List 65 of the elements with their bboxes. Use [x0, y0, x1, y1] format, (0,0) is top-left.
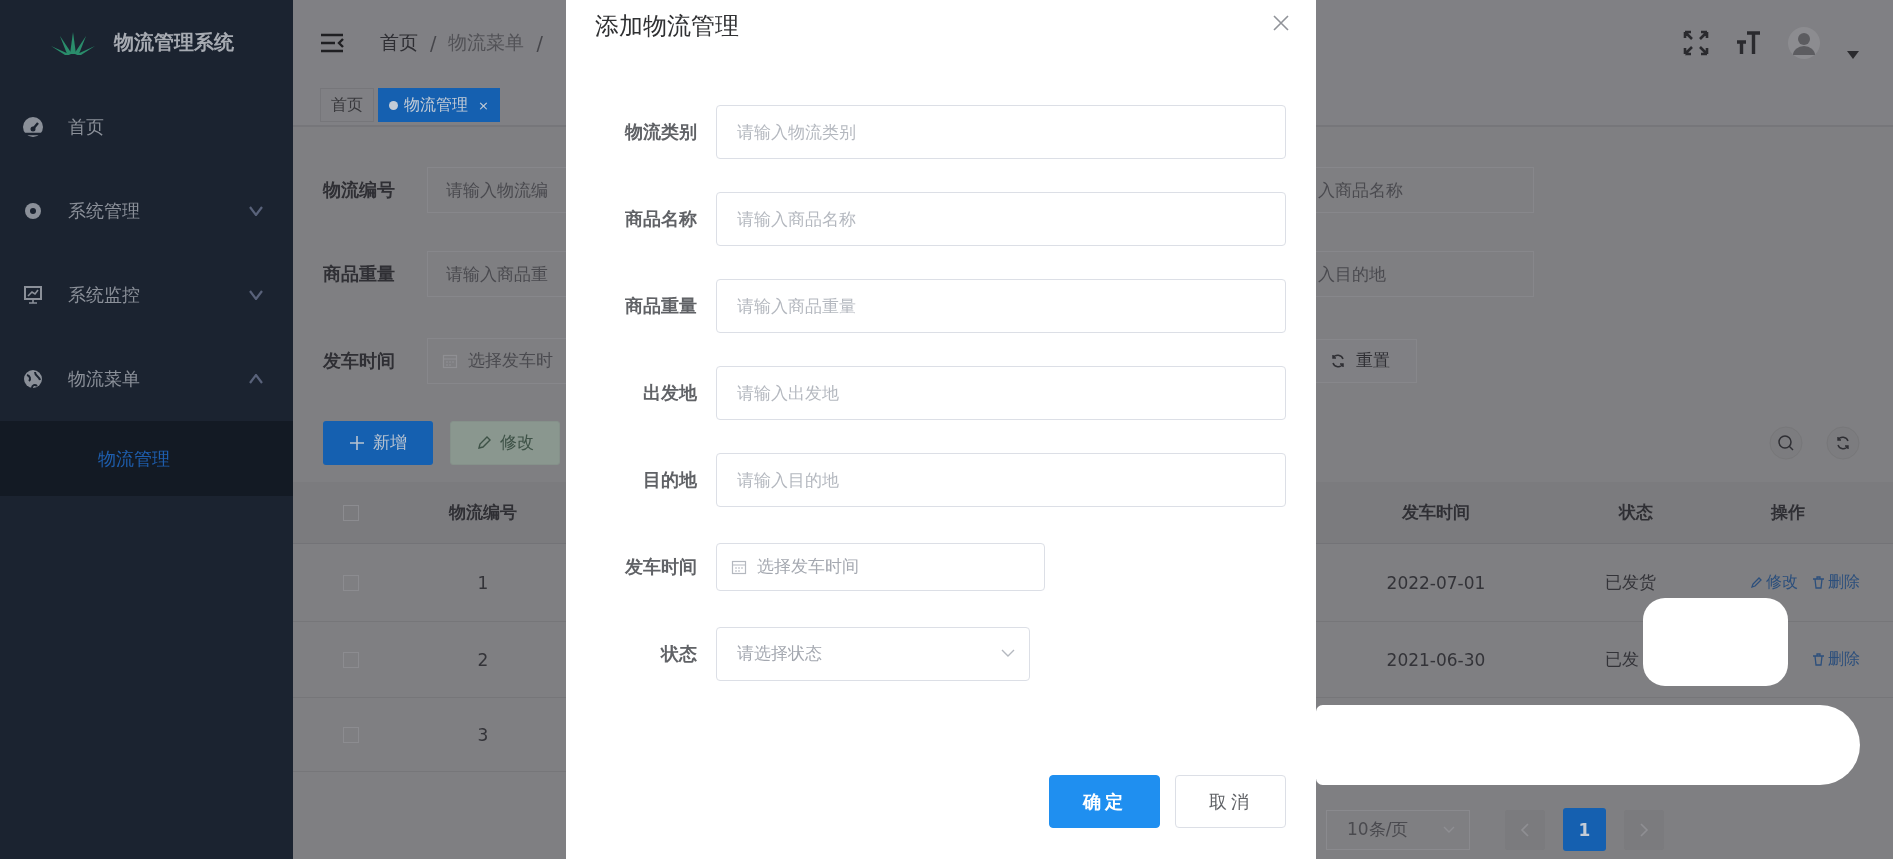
breadcrumb-separator: / — [430, 31, 437, 54]
page-tab[interactable]: 首页 — [320, 88, 374, 122]
monitor-icon — [22, 284, 44, 306]
table-cell-text: 2021-06-30 — [1385, 649, 1487, 670]
column-header: 物流编号 — [447, 501, 518, 524]
add-button[interactable]: 新增 — [323, 420, 433, 465]
field-label: 商品重量 — [322, 262, 395, 286]
reset-button[interactable]: 重置 — [1316, 338, 1417, 383]
close-icon[interactable] — [1272, 14, 1290, 32]
calendar-icon — [731, 558, 747, 575]
sidebar-item[interactable]: 物流菜单 — [0, 337, 293, 421]
refresh-icon — [1330, 352, 1346, 369]
field-label: 出发地 — [642, 380, 697, 405]
field-label: 状态 — [659, 641, 697, 666]
sidebar-item[interactable]: 首页 — [0, 85, 293, 169]
chevron-down-icon — [1001, 649, 1015, 658]
font-size-icon[interactable] — [1735, 29, 1761, 56]
dialog-title: 添加物流管理 — [595, 11, 739, 42]
column-header: 发车时间 — [1401, 501, 1471, 524]
page-button[interactable]: 1 — [1563, 808, 1606, 851]
chevron-up-icon — [249, 374, 263, 384]
sidebar-item[interactable]: 系统监控 — [0, 253, 293, 337]
delete-link[interactable]: 删除 — [1812, 649, 1860, 670]
field-label: 物流编号 — [321, 178, 395, 202]
date-field[interactable]: 选择发车时间 — [716, 542, 1045, 591]
breadcrumb-separator: / — [536, 31, 543, 54]
breadcrumb-item[interactable]: 首页 — [380, 29, 418, 56]
dashboard-icon — [22, 116, 44, 138]
table-cell-text: 2 — [476, 649, 490, 670]
select-field[interactable]: 请选择状态 — [716, 626, 1030, 681]
table-cell-text: 已发货 — [1604, 571, 1657, 594]
search-icon[interactable] — [1769, 425, 1803, 460]
edit-link[interactable]: 修改 — [1750, 572, 1798, 593]
trash-icon — [1812, 576, 1825, 589]
plus-icon — [349, 434, 365, 451]
avatar-icon[interactable] — [1787, 25, 1821, 60]
table-cell-text: 2022-07-01 — [1385, 572, 1487, 593]
chevron-down-icon — [249, 290, 263, 300]
field-label: 物流类别 — [623, 119, 697, 144]
sidebar-item[interactable]: 系统管理 — [0, 169, 293, 253]
table-cell-text: 3 — [476, 724, 490, 745]
page-tab[interactable]: 物流管理 × — [378, 88, 500, 122]
field-label: 目的地 — [642, 467, 697, 492]
field-label: 发车时间 — [322, 348, 395, 373]
column-header: 操作 — [1769, 501, 1806, 524]
field-label: 商品重量 — [624, 293, 697, 318]
delete-link[interactable]: 删除 — [1812, 572, 1860, 593]
pencil-icon — [1750, 576, 1763, 589]
cancel-button[interactable]: 取消 — [1175, 775, 1286, 828]
refresh-icon[interactable] — [1826, 425, 1860, 460]
app-title: 物流管理系统 — [114, 29, 234, 56]
confirm-button[interactable]: 确定 — [1049, 775, 1160, 828]
pencil-icon — [476, 434, 492, 451]
caret-icon[interactable] — [1847, 50, 1859, 59]
field-label: 发车时间 — [624, 554, 697, 579]
fullscreen-icon[interactable] — [1683, 29, 1709, 56]
field-label: 商品名称 — [624, 206, 697, 231]
table-cell-text: 1 — [476, 572, 490, 593]
sidebar-subitem[interactable]: 物流管理 — [0, 421, 293, 496]
table-cell-text: 已发 — [1604, 648, 1640, 671]
menu-icon[interactable] — [320, 32, 344, 53]
trash-icon — [1812, 653, 1825, 666]
chevron-down-icon — [249, 206, 263, 216]
globe-icon — [22, 368, 44, 390]
column-header: 状态 — [1617, 501, 1654, 524]
